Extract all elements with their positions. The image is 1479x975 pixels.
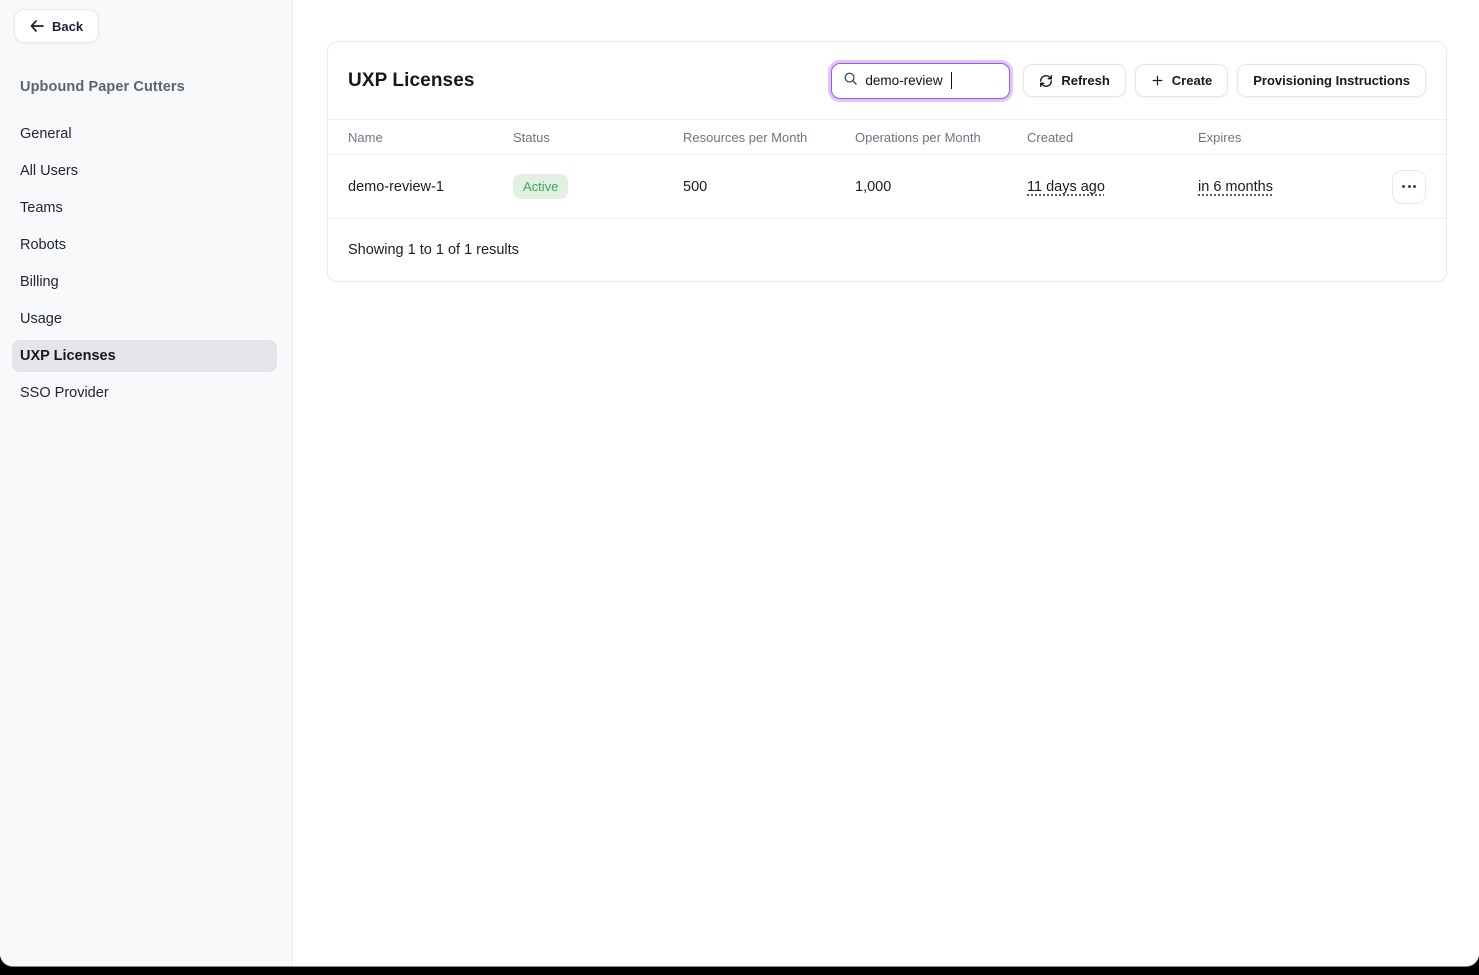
org-title: Upbound Paper Cutters [20, 79, 292, 95]
sidebar-item-uxp-licenses[interactable]: UXP Licenses [12, 340, 277, 372]
results-summary: Showing 1 to 1 of 1 results [348, 242, 519, 258]
refresh-button-label: Refresh [1061, 73, 1109, 88]
license-created: 11 days ago [1027, 179, 1198, 195]
refresh-icon [1039, 74, 1053, 88]
back-button[interactable]: Back [14, 9, 99, 43]
sidebar-item-usage[interactable]: Usage [12, 303, 277, 335]
license-operations-per-month: 1,000 [855, 179, 1027, 195]
sidebar-item-billing[interactable]: Billing [12, 266, 277, 298]
sidebar-item-sso-provider[interactable]: SSO Provider [12, 377, 277, 409]
status-badge: Active [513, 174, 568, 199]
plus-icon [1151, 74, 1164, 87]
header-actions: demo-review Refresh [831, 63, 1426, 99]
created-relative-date[interactable]: 11 days ago [1027, 179, 1105, 195]
sidebar-nav: General All Users Teams Robots Billing U… [0, 118, 292, 409]
create-button[interactable]: Create [1135, 64, 1228, 97]
provisioning-instructions-button[interactable]: Provisioning Instructions [1237, 64, 1426, 97]
column-header-operations: Operations per Month [855, 130, 1027, 145]
row-menu-button[interactable] [1392, 170, 1426, 204]
license-status: Active [513, 174, 683, 199]
card-header: UXP Licenses demo-review [328, 42, 1446, 119]
arrow-left-icon [30, 20, 44, 32]
search-input-value: demo-review [865, 73, 942, 88]
page-title: UXP Licenses [348, 70, 475, 92]
row-actions [1392, 170, 1426, 204]
search-icon [843, 71, 858, 91]
sidebar-item-general[interactable]: General [12, 118, 277, 150]
column-header-status: Status [513, 130, 683, 145]
column-header-resources: Resources per Month [683, 130, 855, 145]
provisioning-instructions-label: Provisioning Instructions [1253, 73, 1410, 88]
column-header-name: Name [348, 130, 513, 145]
sidebar: Back Upbound Paper Cutters General All U… [0, 0, 293, 966]
text-caret [951, 72, 953, 89]
search-input[interactable]: demo-review [831, 63, 1010, 99]
app-window: Back Upbound Paper Cutters General All U… [0, 0, 1479, 967]
refresh-button[interactable]: Refresh [1023, 64, 1125, 97]
card-footer: Showing 1 to 1 of 1 results [328, 219, 1446, 281]
license-name: demo-review-1 [348, 179, 513, 195]
sidebar-item-robots[interactable]: Robots [12, 229, 277, 261]
main-content: UXP Licenses demo-review [293, 0, 1479, 966]
uxp-licenses-card: UXP Licenses demo-review [327, 41, 1447, 282]
create-button-label: Create [1172, 73, 1212, 88]
back-button-label: Back [52, 19, 83, 34]
sidebar-item-teams[interactable]: Teams [12, 192, 277, 224]
column-header-expires: Expires [1198, 130, 1392, 145]
table-header: Name Status Resources per Month Operatio… [328, 119, 1446, 155]
expires-relative-date[interactable]: in 6 months [1198, 179, 1273, 195]
sidebar-item-all-users[interactable]: All Users [12, 155, 277, 187]
table-row: demo-review-1 Active 500 1,000 11 days a… [328, 155, 1446, 219]
ellipsis-icon [1402, 185, 1416, 188]
column-header-created: Created [1027, 130, 1198, 145]
license-resources-per-month: 500 [683, 179, 855, 195]
license-expires: in 6 months [1198, 179, 1392, 195]
